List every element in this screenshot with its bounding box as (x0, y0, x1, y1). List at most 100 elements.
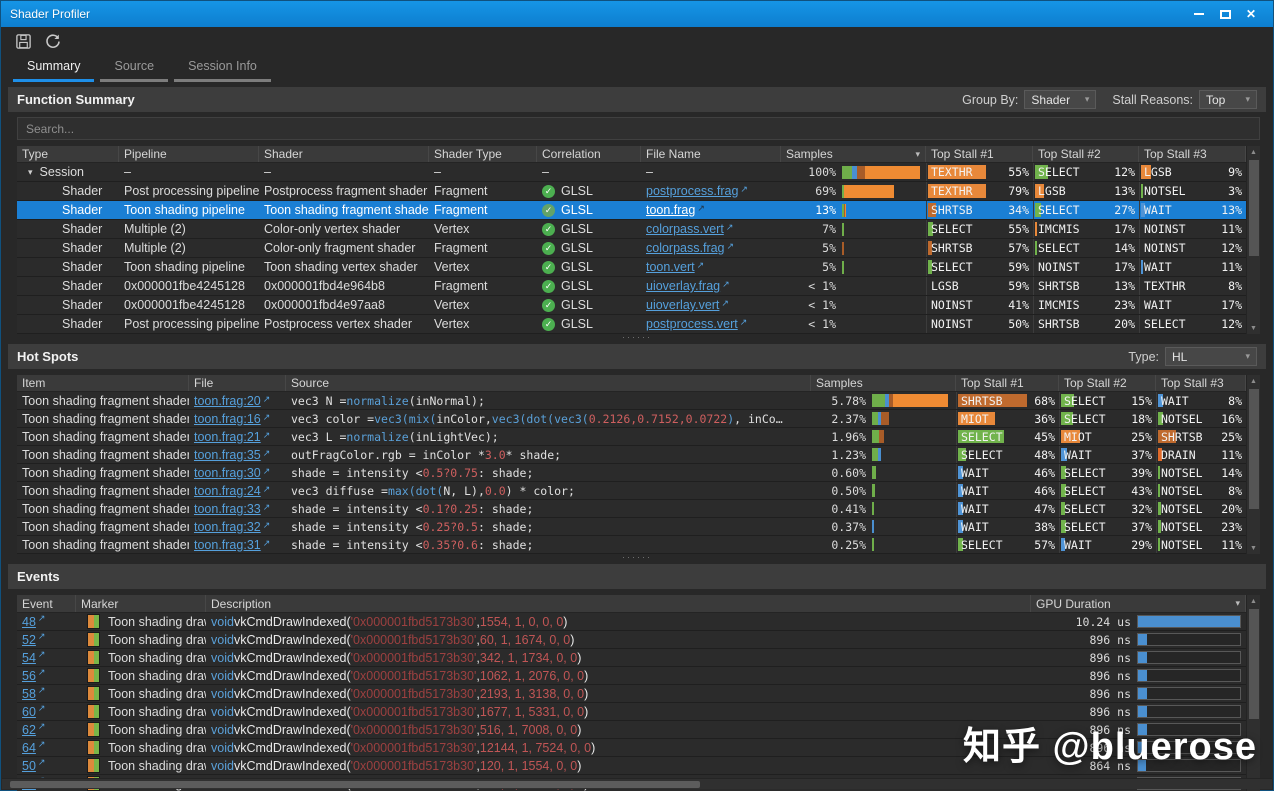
stall-bar (1158, 484, 1160, 497)
column-header-marker[interactable]: Marker (76, 595, 206, 612)
column-header-item[interactable]: Item (17, 375, 189, 391)
event-link[interactable]: 58 (22, 687, 36, 701)
event-link[interactable]: 64 (22, 741, 36, 755)
event-row[interactable]: 48 ↗ Toon shading draw void vkCmdDrawIndexe… (17, 613, 1246, 631)
column-header-gpu-duration[interactable]: GPU Duration ▾ (1031, 595, 1246, 612)
file-link[interactable]: colorpass.frag (646, 241, 725, 255)
maximize-button[interactable] (1212, 4, 1238, 24)
save-report-button[interactable] (13, 31, 33, 51)
column-header-top-stall-2[interactable]: Top Stall #2 (1059, 375, 1156, 391)
column-header-file[interactable]: File (189, 375, 286, 391)
function-summary-row[interactable]: ▾ Session – – – – – 100% TEXTHR 55% SELECT 12% LGSB 9… (17, 163, 1246, 182)
hot-spot-row[interactable]: Toon shading fragment shader toon.frag:20… (17, 392, 1246, 410)
function-summary-row[interactable]: Shader Multiple (2) Color-only vertex shad… (17, 220, 1246, 239)
column-header-type[interactable]: Type (17, 146, 119, 162)
search-input[interactable] (17, 117, 1260, 140)
column-header-shader[interactable]: Shader (259, 146, 429, 162)
stall-pct: 48% (1034, 447, 1055, 462)
function-summary-row[interactable]: Shader 0x000001fbe4245128 0x000001fbd4e97a… (17, 296, 1246, 315)
file-link[interactable]: uioverlay.vert (646, 298, 719, 312)
type-filter-dropdown[interactable]: HL ▾ (1165, 347, 1257, 366)
column-header-samples[interactable]: Samples ▾ (781, 146, 926, 162)
file-link[interactable]: toon.frag:32 (194, 520, 261, 534)
column-header-description[interactable]: Description (206, 595, 1031, 612)
tab-source[interactable]: Source (100, 55, 169, 82)
column-header-correlation[interactable]: Correlation (537, 146, 641, 162)
event-row[interactable]: 54 ↗ Toon shading draw void vkCmdDrawIndexe… (17, 649, 1246, 667)
file-link[interactable]: toon.frag:35 (194, 448, 261, 462)
scroll-up-icon[interactable]: ▲ (1250, 595, 1257, 607)
function-summary-row[interactable]: Shader 0x000001fbe4245128 0x000001fbd4e964… (17, 277, 1246, 296)
group-by-dropdown[interactable]: Shader ▾ (1024, 90, 1097, 109)
column-header-source[interactable]: Source (286, 375, 811, 391)
stall-pct: 9% (1228, 165, 1242, 179)
column-header-samples[interactable]: Samples (811, 375, 956, 391)
function-summary-row[interactable]: Shader Toon shading pipeline Toon shading … (17, 258, 1246, 277)
scrollbar-thumb[interactable] (1248, 389, 1259, 509)
hot-spot-row[interactable]: Toon shading fragment shader toon.frag:35… (17, 446, 1246, 464)
column-header-top-stall-1[interactable]: Top Stall #1 (926, 146, 1033, 162)
splitter-handle[interactable]: ······ (8, 332, 1266, 341)
scroll-up-icon[interactable]: ▲ (1250, 375, 1257, 387)
file-link[interactable]: toon.frag:31 (194, 538, 261, 552)
scroll-down-icon[interactable]: ▼ (1250, 322, 1257, 334)
tab-session-info[interactable]: Session Info (174, 55, 271, 82)
file-link[interactable]: toon.frag (646, 203, 695, 217)
minimize-button[interactable] (1186, 4, 1212, 24)
hot-spots-scrollbar[interactable]: ▲ ▼ (1246, 375, 1260, 554)
file-link[interactable]: toon.frag:33 (194, 502, 261, 516)
column-header-top-stall-3[interactable]: Top Stall #3 (1156, 375, 1246, 391)
scroll-up-icon[interactable]: ▲ (1250, 146, 1257, 158)
column-header-event[interactable]: Event (17, 595, 76, 612)
file-link[interactable]: toon.frag:30 (194, 466, 261, 480)
function-summary-row[interactable]: Shader Post processing pipeline Postproces… (17, 315, 1246, 334)
hot-spot-row[interactable]: Toon shading fragment shader toon.frag:24… (17, 482, 1246, 500)
caret-down-icon[interactable]: ▾ (28, 167, 33, 178)
event-row[interactable]: 58 ↗ Toon shading draw void vkCmdDrawIndexe… (17, 685, 1246, 703)
file-link[interactable]: toon.frag:20 (194, 394, 261, 408)
splitter-handle[interactable]: ······ (8, 552, 1266, 561)
function-summary-row[interactable]: Shader Toon shading pipeline Toon shading … (17, 201, 1246, 220)
column-header-pipeline[interactable]: Pipeline (119, 146, 259, 162)
tab-summary[interactable]: Summary (13, 55, 95, 82)
hot-spot-row[interactable]: Toon shading fragment shader toon.frag:32… (17, 518, 1246, 536)
refresh-button[interactable] (43, 31, 63, 51)
event-link[interactable]: 60 (22, 705, 36, 719)
horizontal-scrollbar[interactable] (2, 778, 1272, 789)
column-header-file-name[interactable]: File Name (641, 146, 781, 162)
file-link[interactable]: uioverlay.frag (646, 279, 720, 293)
close-button[interactable]: ✕ (1238, 4, 1264, 24)
file-link[interactable]: toon.frag:24 (194, 484, 261, 498)
event-link[interactable]: 48 (22, 615, 36, 629)
file-link[interactable]: toon.frag:21 (194, 430, 261, 444)
column-header-top-stall-2[interactable]: Top Stall #2 (1033, 146, 1139, 162)
hot-spot-row[interactable]: Toon shading fragment shader toon.frag:31… (17, 536, 1246, 554)
function-summary-scrollbar[interactable]: ▲ ▼ (1246, 146, 1260, 334)
function-summary-row[interactable]: Shader Post processing pipeline Postproces… (17, 182, 1246, 201)
file-link[interactable]: toon.vert (646, 260, 695, 274)
scrollbar-thumb[interactable] (10, 781, 700, 788)
file-link[interactable]: postprocess.frag (646, 184, 738, 198)
hot-spot-row[interactable]: Toon shading fragment shader toon.frag:16… (17, 410, 1246, 428)
event-link[interactable]: 52 (22, 633, 36, 647)
event-link[interactable]: 56 (22, 669, 36, 683)
scrollbar-thumb[interactable] (1248, 609, 1259, 719)
column-header-top-stall-3[interactable]: Top Stall #3 (1139, 146, 1246, 162)
event-link[interactable]: 62 (22, 723, 36, 737)
hot-spot-row[interactable]: Toon shading fragment shader toon.frag:21… (17, 428, 1246, 446)
column-header-top-stall-1[interactable]: Top Stall #1 (956, 375, 1059, 391)
event-link[interactable]: 50 (22, 759, 36, 773)
hot-spot-row[interactable]: Toon shading fragment shader toon.frag:30… (17, 464, 1246, 482)
file-link[interactable]: colorpass.vert (646, 222, 724, 236)
event-row[interactable]: 56 ↗ Toon shading draw void vkCmdDrawIndexe… (17, 667, 1246, 685)
scroll-down-icon[interactable]: ▼ (1250, 542, 1257, 554)
column-header-shader-type[interactable]: Shader Type (429, 146, 537, 162)
function-summary-row[interactable]: Shader Multiple (2) Color-only fragment sh… (17, 239, 1246, 258)
event-row[interactable]: 52 ↗ Toon shading draw void vkCmdDrawIndexe… (17, 631, 1246, 649)
stall-reasons-dropdown[interactable]: Top ▾ (1199, 90, 1257, 109)
file-link[interactable]: postprocess.vert (646, 317, 738, 331)
file-link[interactable]: toon.frag:16 (194, 412, 261, 426)
hot-spot-row[interactable]: Toon shading fragment shader toon.frag:33… (17, 500, 1246, 518)
scrollbar-thumb[interactable] (1248, 160, 1259, 256)
event-link[interactable]: 54 (22, 651, 36, 665)
